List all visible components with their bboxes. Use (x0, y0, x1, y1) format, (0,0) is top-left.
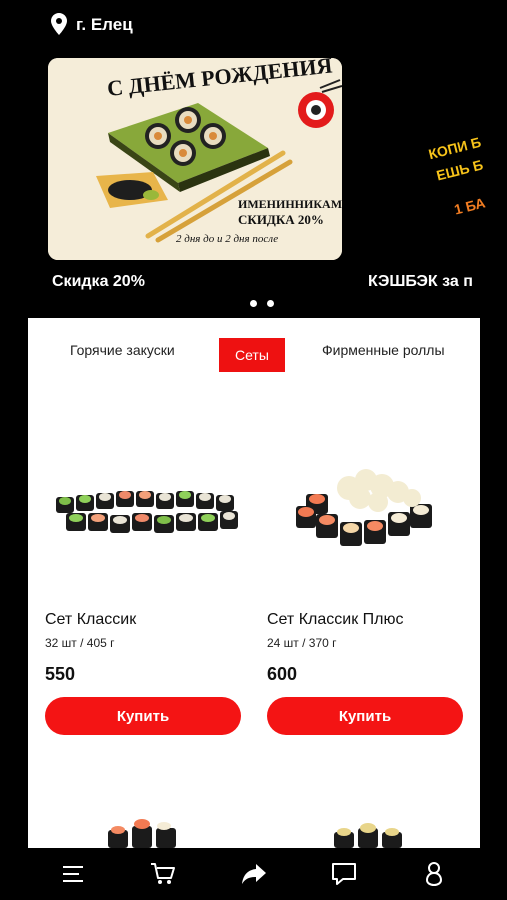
promo-banner-birthday[interactable]: С ДНЁМ РОЖДЕНИЯ ИМЕНИННИКАМ СКИДКА 20% 2… (48, 58, 342, 260)
chat-icon[interactable] (326, 856, 362, 892)
promo-title[interactable]: Скидка 20% (52, 273, 145, 291)
catalog-panel: Горячие закуски Сеты Фирменные роллы Сет… (28, 318, 480, 848)
buy-button[interactable]: Купить (267, 697, 463, 735)
location-pin-icon[interactable] (51, 13, 67, 40)
carousel-dot[interactable] (267, 300, 274, 307)
tab-sets[interactable]: Сеты (219, 338, 285, 372)
profile-icon[interactable] (416, 856, 452, 892)
share-icon[interactable] (236, 856, 272, 892)
product-image-set-classic[interactable] (52, 483, 242, 548)
product-weight: 24 шт / 370 г (267, 636, 337, 650)
product-image-set-classic-plus[interactable] (294, 468, 434, 563)
cashback-line-3: 1 БА (452, 194, 487, 218)
cashback-line-2: ЕШЬ Б (434, 156, 485, 184)
svg-text:СКИДКА 20%: СКИДКА 20% (238, 212, 324, 227)
menu-icon[interactable] (55, 856, 91, 892)
product-price: 550 (45, 664, 76, 684)
product-price: 600 (267, 664, 298, 684)
svg-text:2 дня до и 2 дня после: 2 дня до и 2 дня после (176, 233, 278, 245)
buy-button[interactable]: Купить (45, 697, 241, 735)
product-weight: 32 шт / 405 г (45, 636, 115, 650)
tab-hot-appetizers[interactable]: Горячие закуски (70, 342, 175, 358)
product-name[interactable]: Сет Классик Плюс (267, 611, 403, 629)
cart-icon[interactable] (145, 856, 181, 892)
product-image-next-right[interactable] (328, 820, 408, 848)
birthday-banner-illustration: С ДНЁМ РОЖДЕНИЯ ИМЕНИННИКАМ СКИДКА 20% 2… (48, 58, 342, 260)
carousel-dot[interactable] (250, 300, 257, 307)
promo-title[interactable]: КЭШБЭК за п (368, 273, 473, 291)
promo-banner-cashback[interactable]: КОПИ Б ЕШЬ Б 1 БА (420, 120, 507, 230)
bottom-navigation (0, 848, 507, 900)
svg-text:ИМЕНИННИКАМ: ИМЕНИННИКАМ (238, 197, 342, 211)
product-name[interactable]: Сет Классик (45, 611, 136, 629)
product-image-next-left[interactable] (100, 816, 190, 848)
tab-signature-rolls[interactable]: Фирменные роллы (322, 342, 445, 358)
city-selector[interactable]: г. Елец (76, 15, 133, 35)
header: г. Елец (0, 0, 507, 50)
